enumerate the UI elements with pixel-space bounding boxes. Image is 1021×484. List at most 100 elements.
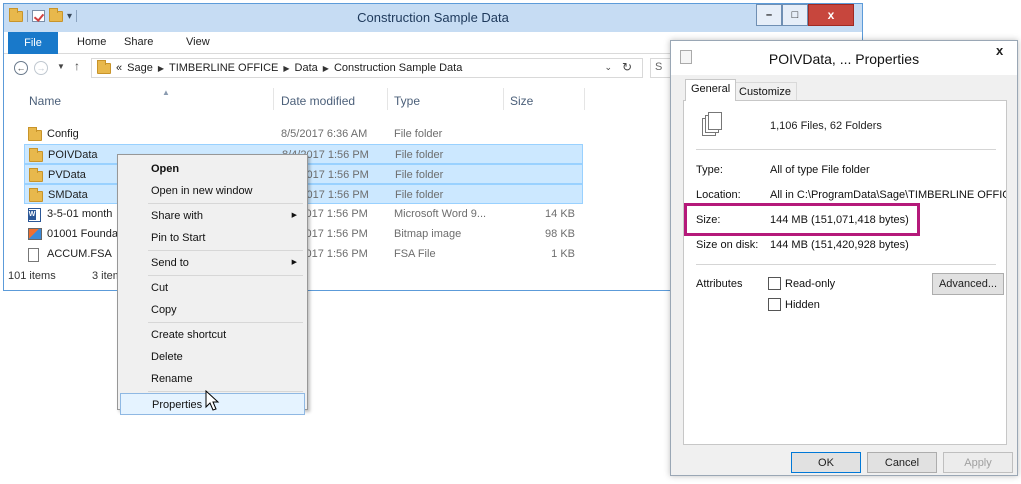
file-type: File folder bbox=[395, 169, 444, 181]
folder-icon bbox=[29, 188, 43, 202]
menu-item-open-in-new-window[interactable]: Open in new window bbox=[120, 180, 305, 202]
file-folder-count: 1,106 Files, 62 Folders bbox=[770, 120, 882, 132]
up-arrow-icon[interactable]: ↑ bbox=[74, 59, 80, 73]
menu-item-open[interactable]: Open bbox=[120, 158, 305, 180]
menu-item-delete[interactable]: Delete bbox=[120, 346, 305, 368]
menu-item-create-shortcut[interactable]: Create shortcut bbox=[120, 324, 305, 346]
file-name: POIVData bbox=[48, 149, 98, 161]
size-label: Size: bbox=[696, 214, 721, 226]
breadcrumb-separator-icon[interactable]: ▶ bbox=[323, 64, 329, 73]
back-arrow-icon[interactable]: ← bbox=[14, 61, 28, 75]
breadcrumb-separator-icon[interactable]: ▶ bbox=[283, 64, 289, 73]
tab-general[interactable]: General bbox=[685, 79, 737, 101]
menu-separator bbox=[148, 322, 303, 323]
folder-icon bbox=[28, 127, 42, 141]
menu-item-label: Open in new window bbox=[151, 185, 253, 197]
file-date: 8/5/2017 6:36 AM bbox=[281, 128, 368, 140]
recent-locations-icon[interactable]: ▼ bbox=[57, 62, 65, 71]
submenu-arrow-icon: ▶ bbox=[291, 212, 297, 219]
menu-item-pin-to-start[interactable]: Pin to Start bbox=[120, 227, 305, 249]
file-type: File folder bbox=[395, 189, 444, 201]
hidden-label[interactable]: Hidden bbox=[785, 299, 905, 311]
readonly-label[interactable]: Read-only bbox=[785, 278, 905, 290]
file-name: 01001 Founda bbox=[47, 228, 118, 240]
multiple-files-icon bbox=[702, 112, 724, 138]
tab-share[interactable]: Share bbox=[124, 36, 153, 48]
breadcrumb-overflow[interactable]: « bbox=[116, 62, 122, 74]
menu-item-copy[interactable]: Copy bbox=[120, 299, 305, 321]
menu-item-cut[interactable]: Cut bbox=[120, 277, 305, 299]
word-doc-icon bbox=[28, 208, 41, 222]
divider bbox=[696, 149, 996, 150]
location-value: All in C:\ProgramData\Sage\TIMBERLINE OF… bbox=[770, 189, 1006, 201]
file-type: Bitmap image bbox=[394, 228, 462, 240]
explorer-titlebar: ▾ Construction Sample Data – □ x bbox=[4, 4, 862, 32]
minimize-button[interactable]: – bbox=[756, 4, 782, 26]
cancel-button[interactable]: Cancel bbox=[867, 452, 937, 473]
type-value: All of type File folder bbox=[770, 164, 870, 176]
menu-item-label: Open bbox=[151, 163, 180, 175]
advanced-button[interactable]: Advanced... bbox=[932, 273, 1004, 295]
file-size: 1 KB bbox=[551, 248, 575, 260]
address-dropdown-icon[interactable]: ⌄ bbox=[604, 62, 612, 73]
breadcrumb-separator-icon[interactable]: ▶ bbox=[158, 64, 164, 73]
file-name: ACCUM.FSA bbox=[47, 248, 112, 260]
hidden-checkbox[interactable] bbox=[768, 298, 781, 311]
file-size: 98 KB bbox=[545, 228, 575, 240]
file-size: 14 KB bbox=[545, 208, 575, 220]
tab-home[interactable]: Home bbox=[77, 36, 106, 48]
bitmap-icon bbox=[28, 228, 42, 240]
column-header-name[interactable]: Name bbox=[29, 94, 61, 108]
properties-dialog: POIVData, ... Properties x General Custo… bbox=[670, 40, 1018, 476]
menu-separator bbox=[148, 275, 303, 276]
close-button[interactable]: x bbox=[808, 4, 854, 26]
refresh-icon[interactable]: ↻ bbox=[622, 60, 632, 74]
mouse-pointer-icon bbox=[205, 390, 220, 411]
menu-item-label: Properties bbox=[152, 399, 203, 411]
close-button[interactable]: x bbox=[996, 43, 1003, 58]
file-type: File folder bbox=[394, 128, 443, 140]
breadcrumb-data[interactable]: Data bbox=[295, 62, 318, 74]
attributes-label: Attributes bbox=[696, 278, 743, 290]
column-divider[interactable] bbox=[273, 88, 274, 110]
menu-item-rename[interactable]: Rename bbox=[120, 368, 305, 390]
column-header-size[interactable]: Size bbox=[510, 94, 533, 108]
size-on-disk-label: Size on disk: bbox=[696, 239, 759, 251]
tab-customize[interactable]: Customize bbox=[733, 82, 797, 102]
address-bar[interactable]: « Sage ▶ TIMBERLINE OFFICE ▶ Data ▶ Cons… bbox=[91, 58, 643, 78]
general-tab-panel: 1,106 Files, 62 Folders Type: All of typ… bbox=[683, 100, 1007, 445]
dialog-title: POIVData, ... Properties bbox=[768, 51, 920, 67]
breadcrumb-sage[interactable]: Sage bbox=[127, 62, 153, 74]
column-header-type[interactable]: Type bbox=[394, 94, 420, 108]
file-type: Microsoft Word 9... bbox=[394, 208, 487, 220]
file-name: PVData bbox=[48, 169, 86, 181]
breadcrumb-construction-sample-data[interactable]: Construction Sample Data bbox=[334, 62, 462, 74]
menu-item-label: Delete bbox=[151, 351, 183, 363]
file-icon bbox=[28, 248, 39, 262]
menu-item-label: Share with bbox=[151, 210, 203, 222]
menu-item-label: Cut bbox=[151, 282, 169, 294]
menu-separator bbox=[148, 250, 303, 251]
forward-arrow-icon[interactable]: → bbox=[34, 61, 48, 75]
location-label: Location: bbox=[696, 189, 741, 201]
breadcrumb-timberline[interactable]: TIMBERLINE OFFICE bbox=[169, 62, 278, 74]
size-value: 144 MB (151,071,418 bytes) bbox=[770, 214, 909, 226]
file-row[interactable]: Config 8/5/2017 6:36 AM File folder bbox=[24, 124, 583, 144]
menu-item-send-to[interactable]: Send to ▶ bbox=[120, 252, 305, 274]
column-divider[interactable] bbox=[387, 88, 388, 110]
column-divider[interactable] bbox=[584, 88, 585, 110]
ok-button[interactable]: OK bbox=[791, 452, 861, 473]
maximize-button[interactable]: □ bbox=[782, 4, 808, 26]
context-menu: Open Open in new window Share with ▶ Pin to … bbox=[117, 154, 308, 415]
column-header-date[interactable]: Date modified bbox=[281, 94, 355, 108]
tab-view[interactable]: View bbox=[186, 36, 210, 48]
menu-item-share-with[interactable]: Share with ▶ bbox=[120, 205, 305, 227]
readonly-checkbox[interactable] bbox=[768, 277, 781, 290]
divider bbox=[696, 264, 996, 265]
column-divider[interactable] bbox=[503, 88, 504, 110]
tab-file[interactable]: File bbox=[8, 32, 58, 54]
apply-button[interactable]: Apply bbox=[943, 452, 1013, 473]
file-name: SMData bbox=[48, 189, 88, 201]
menu-item-label: Send to bbox=[151, 257, 189, 269]
file-name: 3-5-01 month bbox=[47, 208, 113, 220]
